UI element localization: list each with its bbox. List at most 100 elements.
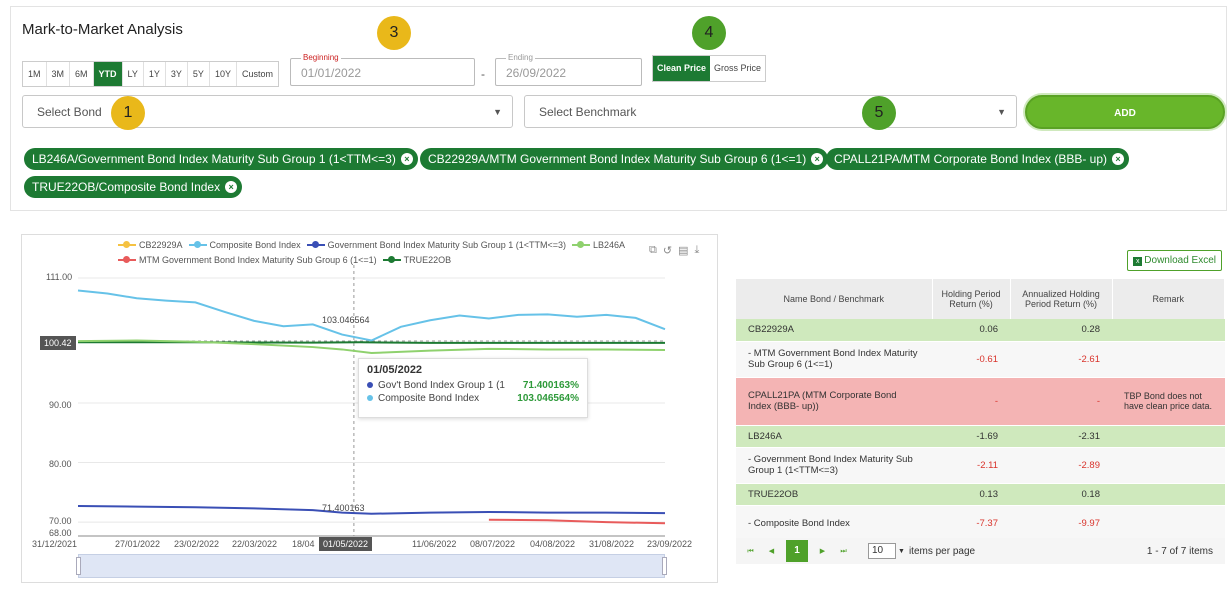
slider-handle-right[interactable] — [662, 557, 667, 575]
ending-label: Ending — [506, 53, 535, 62]
table-cell-remark — [1112, 483, 1225, 506]
chart-zoom-slider[interactable] — [76, 554, 667, 578]
period-button-3m[interactable]: 3M — [46, 62, 71, 86]
beginning-value: 01/01/2022 — [301, 66, 362, 80]
table-cell-ahpr: -2.31 — [1010, 425, 1112, 448]
page-button-current[interactable]: 1 — [786, 540, 808, 562]
period-button-6m[interactable]: 6M — [70, 62, 94, 86]
tooltip-row: Gov't Bond Index Group 1 (1 71.400163% — [367, 380, 579, 391]
y-tick: 90.00 — [49, 400, 72, 410]
analysis-filter-panel: Mark-to-Market Analysis 1M 3M 6M YTD LY 1Y 3Y 5… — [10, 6, 1227, 211]
y-tick: 111.00 — [46, 272, 73, 282]
download-excel-label: Download Excel — [1144, 255, 1216, 266]
select-benchmark-placeholder: Select Benchmark — [539, 105, 637, 119]
period-button-3y[interactable]: 3Y — [165, 62, 188, 86]
period-button-custom[interactable]: Custom — [236, 62, 278, 86]
period-button-1m[interactable]: 1M — [23, 62, 47, 86]
add-button[interactable]: ADD — [1025, 95, 1225, 129]
price-type-toggle: Clean Price Gross Price — [652, 55, 767, 82]
step-badge-5: 5 — [862, 96, 896, 130]
x-tick: 27/01/2022 — [115, 539, 161, 549]
beginning-date-field[interactable]: Beginning 01/01/2022 — [290, 53, 475, 86]
series-dot-icon — [367, 382, 373, 389]
series-line[interactable] — [77, 289, 666, 342]
data-label: 103.046564 — [322, 315, 370, 325]
last-page-icon[interactable]: ⏭ — [837, 545, 850, 558]
close-circle-icon[interactable]: × — [400, 153, 413, 165]
table-cell-name: - Government Bond Index Maturity Sub Gro… — [736, 447, 932, 484]
period-button-10y[interactable]: 10Y — [209, 62, 237, 86]
chevron-down-icon: ▼ — [898, 547, 905, 555]
tooltip-series-name: Composite Bond Index — [378, 393, 480, 404]
table-cell-name: - MTM Government Bond Index Maturity Sub… — [736, 341, 932, 378]
column-header: Name Bond / Benchmark — [736, 279, 933, 319]
items-per-page-select[interactable]: 10 — [868, 543, 896, 559]
table-cell-name: CB22929A — [736, 319, 932, 342]
period-button-ytd[interactable]: YTD — [93, 62, 123, 86]
x-tick: 23/02/2022 — [174, 539, 220, 549]
x-tick: 04/08/2022 — [530, 539, 576, 549]
close-circle-icon[interactable]: × — [225, 181, 238, 193]
series-dot-icon — [367, 395, 373, 402]
crosshair-x-label: 01/05/2022 — [319, 537, 373, 551]
chip: CB22929A/MTM Government Bond Index Matur… — [420, 148, 829, 170]
table-cell-remark — [1112, 319, 1225, 342]
chart-tooltip: 01/05/2022 Gov't Bond Index Group 1 (1 7… — [358, 358, 588, 418]
chip-label: CPALL21PA/MTM Corporate Bond Index (BBB-… — [834, 152, 1108, 166]
table-row: CB22929A 0.06 0.28 — [736, 319, 1225, 342]
table-cell-name: CPALL21PA (MTM Corporate Bond Index (BBB… — [736, 377, 932, 426]
select-bond-dropdown[interactable]: Select Bond ▼ — [22, 95, 513, 128]
prev-page-icon[interactable]: ◀ — [765, 545, 778, 558]
chip: LB246A/Government Bond Index Maturity Su… — [24, 148, 418, 170]
step-badge-1: 1 — [111, 96, 145, 130]
y-tick: 70.00 — [49, 516, 72, 526]
period-button-1y[interactable]: 1Y — [143, 62, 166, 86]
step-badge-3: 3 — [377, 16, 411, 50]
x-tick: 11/06/2022 — [412, 539, 457, 549]
page-title: Mark-to-Market Analysis — [22, 21, 183, 38]
step-badge-4: 4 — [692, 16, 726, 50]
table-cell-ahpr: 0.28 — [1010, 319, 1112, 342]
table-row: LB246A -1.69 -2.31 — [736, 425, 1225, 448]
table-cell-hpr: 0.13 — [932, 483, 1010, 506]
beginning-label: Beginning — [301, 53, 341, 62]
period-button-5y[interactable]: 5Y — [187, 62, 210, 86]
next-page-icon[interactable]: ▶ — [816, 545, 829, 558]
close-circle-icon[interactable]: × — [811, 153, 824, 165]
slider-handle-left[interactable] — [76, 557, 81, 575]
series-line[interactable] — [77, 505, 666, 515]
ending-date-field[interactable]: Ending 26/09/2022 — [495, 53, 642, 86]
download-excel-button[interactable]: x Download Excel — [1127, 250, 1222, 271]
first-page-icon[interactable]: ⏮ — [744, 545, 757, 558]
series-line[interactable] — [488, 518, 666, 525]
table-cell-hpr: -7.37 — [932, 505, 1010, 542]
table-header-row: Name Bond / Benchmark Holding Period Ret… — [736, 279, 1225, 319]
table-cell-ahpr: -9.97 — [1010, 505, 1112, 542]
chevron-down-icon: ▼ — [493, 107, 502, 117]
table-cell-ahpr: -2.89 — [1010, 447, 1112, 484]
x-tick: 08/07/2022 — [470, 539, 516, 549]
column-header: Holding Period Return (%) — [932, 279, 1011, 319]
table-cell-hpr: -0.61 — [932, 341, 1010, 378]
table-cell-ahpr: -2.61 — [1010, 341, 1112, 378]
chip-label: LB246A/Government Bond Index Maturity Su… — [32, 152, 396, 166]
gross-price-button[interactable]: Gross Price — [710, 56, 765, 81]
tooltip-series-value: 103.046564% — [517, 393, 579, 404]
tooltip-row: Composite Bond Index 103.046564% — [367, 393, 579, 404]
x-tick: 23/09/2022 — [647, 539, 693, 549]
chart-panel: CB22929A Composite Bond Index Government… — [21, 234, 718, 583]
table-cell-remark — [1112, 425, 1225, 448]
period-button-ly[interactable]: LY — [122, 62, 144, 86]
table-cell-name: LB246A — [736, 425, 932, 448]
select-bond-placeholder: Select Bond — [37, 105, 102, 119]
table-row: - Government Bond Index Maturity Sub Gro… — [736, 447, 1225, 484]
chevron-down-icon: ▼ — [997, 107, 1006, 117]
y-tick: 80.00 — [49, 459, 72, 469]
x-tick: 22/03/2022 — [232, 539, 278, 549]
table-cell-hpr: 0.06 — [932, 319, 1010, 342]
clean-price-button[interactable]: Clean Price — [653, 56, 711, 81]
series-line[interactable] — [78, 341, 665, 344]
pagination: ⏮ ◀ 1 ▶ ⏭ 10 ▼ items per page 1 - 7 of 7… — [736, 538, 1225, 564]
select-benchmark-dropdown[interactable]: Select Benchmark ▼ — [524, 95, 1017, 128]
close-circle-icon[interactable]: × — [1112, 153, 1125, 165]
